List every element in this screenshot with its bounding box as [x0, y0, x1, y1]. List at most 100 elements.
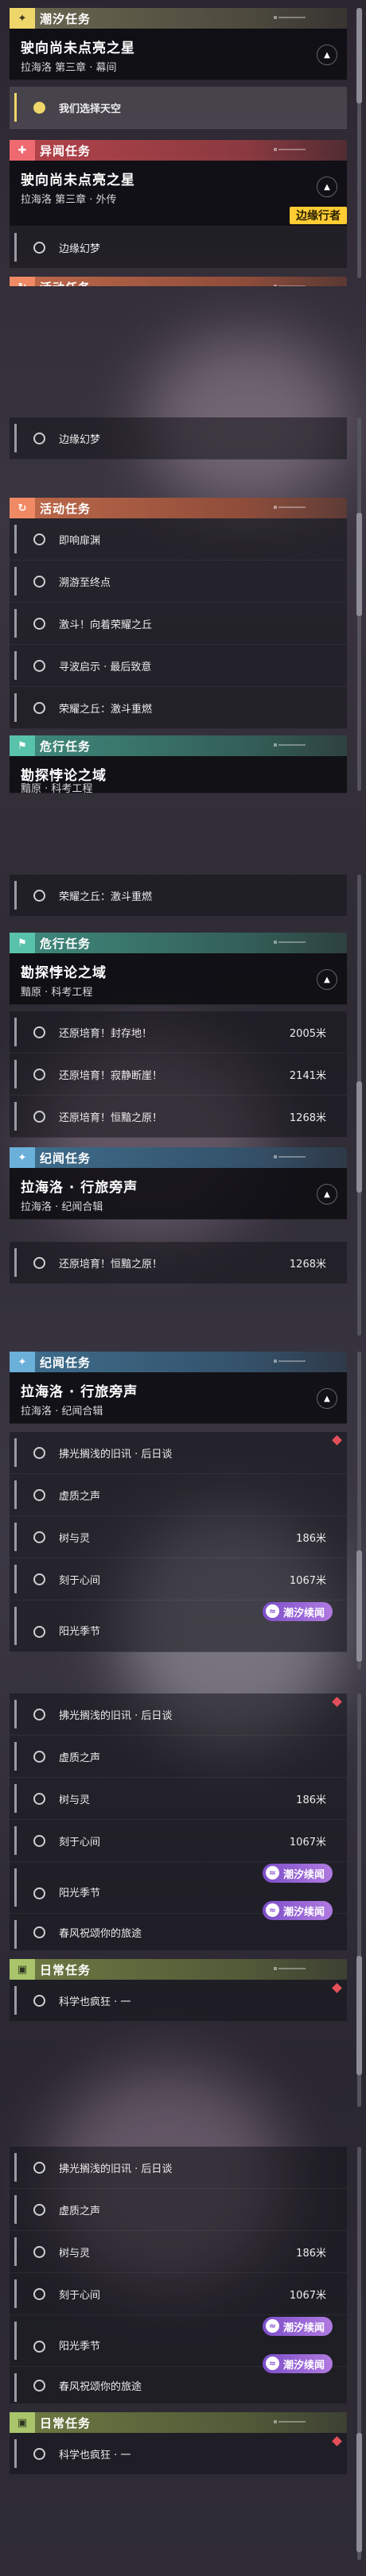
scrollbar-thumb[interactable] [356, 1956, 362, 2075]
category-daily[interactable]: ▣ 日常任务 [10, 2412, 347, 2433]
chevron-up-icon[interactable]: ▲ [317, 177, 337, 197]
category-chronicle[interactable]: ✦ 纪闻任务 [10, 1147, 347, 1168]
task-row[interactable]: 科学也疯狂 · 一 [10, 1980, 347, 2022]
task-row[interactable]: 刻于心间 1067米 [10, 1558, 347, 1600]
task-row[interactable]: 刻于心间 1067米 [10, 2273, 347, 2315]
danger-icon: ⚑ [10, 933, 35, 953]
task-row[interactable]: 寻波启示 · 最后致意 [10, 645, 347, 687]
chevron-up-icon[interactable]: ▲ [317, 45, 337, 65]
quest-card[interactable]: 拉海洛 · 行旅旁声 拉海洛 · 纪闻合辑 ▲ [10, 1168, 347, 1220]
wave-icon: ≈ [265, 2357, 279, 2370]
track-bar [14, 1018, 17, 1046]
quest-card[interactable]: 勘探悖论之域 黯原 · 科考工程 [10, 756, 347, 795]
task-row[interactable]: 春风祝颂你的旅途 ≈ 潮汐续闻 [10, 2354, 347, 2404]
star-icon: ✦ [10, 1147, 35, 1168]
status-dot [33, 1068, 45, 1080]
wave-icon: ≈ [265, 2319, 279, 2333]
wave-icon: ≈ [265, 1866, 279, 1880]
screen-strip-1: ✦ 潮汐任务 驶向尚未点亮之星 拉海洛 第三章 · 幕间 ▲ 我们选择天空 ✚ 异闻任务… [0, 0, 366, 286]
tide-story-badge[interactable]: ≈ 潮汐续闻 [262, 1602, 333, 1621]
chevron-up-icon[interactable]: ▲ [317, 1388, 337, 1409]
screen-strip-6: 拂光搁浅的旧讯 · 后日谈 虚质之声 树与灵 186米 刻于心间 1067米 阳光季… [0, 2147, 366, 2576]
divider [278, 941, 306, 943]
screen-strip-4: ✦ 纪闻任务 拉海洛 · 行旅旁声 拉海洛 · 纪闻合辑 ▲ 拂光搁浅的旧讯 · 后日… [0, 1352, 366, 1678]
scrollbar-thumb[interactable] [356, 1081, 362, 1193]
track-bar [14, 609, 17, 638]
divider [278, 1156, 306, 1158]
task-row[interactable]: 荣耀之丘：激斗重燃 [10, 687, 347, 729]
divider [278, 744, 306, 746]
tide-story-badge[interactable]: ≈ 潮汐续闻 [262, 2354, 333, 2373]
chevron-up-icon[interactable]: ▲ [317, 1184, 337, 1205]
alert-diamond-icon [332, 1697, 342, 1707]
task-row[interactable]: 激斗！向着荣耀之丘 [10, 603, 347, 645]
category-chronicle[interactable]: ✦ 纪闻任务 [10, 1352, 347, 1372]
divider [278, 17, 306, 18]
quest-card[interactable]: 拉海洛 · 行旅旁声 拉海洛 · 纪闻合辑 ▲ [10, 1372, 347, 1424]
divider [278, 506, 306, 508]
category-danger[interactable]: ⚑ 危行任务 [10, 735, 347, 756]
screen-strip-5: 拂光搁浅的旧讯 · 后日谈 虚质之声 树与灵 186米 刻于心间 1067米 阳光季… [0, 1693, 366, 2131]
chevron-up-icon[interactable]: ▲ [317, 969, 337, 990]
divider [274, 941, 277, 944]
alert-diamond-icon [332, 1983, 342, 1993]
track-bar [14, 1565, 17, 1593]
quest-card[interactable]: 驶向尚未点亮之星 拉海洛 第三章 · 外传 ▲ 边缘行者 [10, 161, 347, 227]
category-tide[interactable]: ✦ 潮汐任务 [10, 8, 347, 29]
task-row[interactable]: 荣耀之丘：激斗重燃 [10, 875, 347, 917]
status-dot [33, 1530, 45, 1543]
task-row[interactable]: 树与灵 186米 [10, 1778, 347, 1820]
task-row[interactable]: 边缘幻梦 [10, 417, 347, 460]
status-dot [33, 617, 45, 630]
quest-card[interactable]: 勘探悖论之域 黯原 · 科考工程 ▲ [10, 953, 347, 1005]
task-row[interactable]: 树与灵 186米 [10, 2231, 347, 2273]
track-bar [14, 1826, 17, 1855]
category-danger[interactable]: ⚑ 危行任务 [10, 933, 347, 953]
task-row[interactable]: 春风祝颂你的旅途 ≈ 潮汐续闻 [10, 1901, 347, 1951]
category-activity[interactable]: ↻活动任务 [10, 498, 347, 518]
scrollbar-thumb[interactable] [356, 8, 362, 103]
divider [274, 506, 277, 509]
task-row[interactable]: 还原培育！恒黯之原！ 1268米 [10, 1096, 347, 1138]
task-row[interactable]: 还原培育！寂静断崖！ 2141米 [10, 1053, 347, 1096]
task-row[interactable]: 虚质之声 [10, 2189, 347, 2231]
quest-card[interactable]: 驶向尚未点亮之星 拉海洛 第三章 · 幕间 ▲ [10, 29, 347, 80]
task-row[interactable]: 拂光搁浅的旧讯 · 后日谈 [10, 1432, 347, 1474]
task-row[interactable]: 我们选择天空 [10, 87, 347, 129]
task-row[interactable]: 刻于心间 1067米 [10, 1820, 347, 1862]
track-bar [14, 1784, 17, 1813]
status-dot [33, 1834, 45, 1847]
exclaim-icon: ✚ [10, 140, 35, 161]
category-anomaly[interactable]: ✚ 异闻任务 [10, 140, 347, 161]
task-row[interactable]: 阳光季节 ≈ 潮汐续闻 [10, 1600, 347, 1652]
track-bar [14, 1868, 17, 1907]
tide-story-badge[interactable]: ≈ 潮汐续闻 [262, 1864, 333, 1883]
track-bar [14, 525, 17, 553]
tide-story-badge[interactable]: ≈ 潮汐续闻 [262, 1901, 333, 1920]
task-row[interactable]: 树与灵 186米 [10, 1516, 347, 1558]
task-row[interactable]: 虚质之声 [10, 1474, 347, 1516]
category-activity[interactable]: ↻活动任务 [10, 277, 347, 286]
divider [278, 1968, 306, 1969]
task-row[interactable]: 边缘幻梦 [10, 227, 347, 269]
tide-story-badge[interactable]: ≈ 潮汐续闻 [262, 2317, 333, 2336]
task-row[interactable]: 溯游至终点 [10, 561, 347, 603]
scrollbar-thumb[interactable] [356, 1550, 362, 1662]
task-row[interactable]: 还原培育！封存地！ 2005米 [10, 1011, 347, 1053]
track-bar [14, 1700, 17, 1728]
track-bar [14, 1523, 17, 1551]
category-daily[interactable]: ▣ 日常任务 [10, 1959, 347, 1980]
task-row[interactable]: 即响扉渊 [10, 518, 347, 561]
task-row[interactable]: 科学也疯狂 · 一 [10, 2433, 347, 2475]
task-row[interactable]: 虚质之声 [10, 1736, 347, 1778]
task-row[interactable]: 拂光搁浅的旧讯 · 后日谈 [10, 2147, 347, 2189]
scrollbar-thumb[interactable] [356, 2433, 362, 2552]
divider [274, 1360, 277, 1363]
task-row[interactable]: 拂光搁浅的旧讯 · 后日谈 [10, 1693, 347, 1736]
status-dot [33, 1750, 45, 1763]
track-bar [14, 2322, 17, 2360]
track-bar [14, 233, 17, 262]
task-row[interactable]: 还原培育！恒黯之原！ 1268米 [10, 1242, 347, 1284]
track-bar [14, 2439, 17, 2468]
scrollbar-thumb[interactable] [356, 513, 362, 616]
